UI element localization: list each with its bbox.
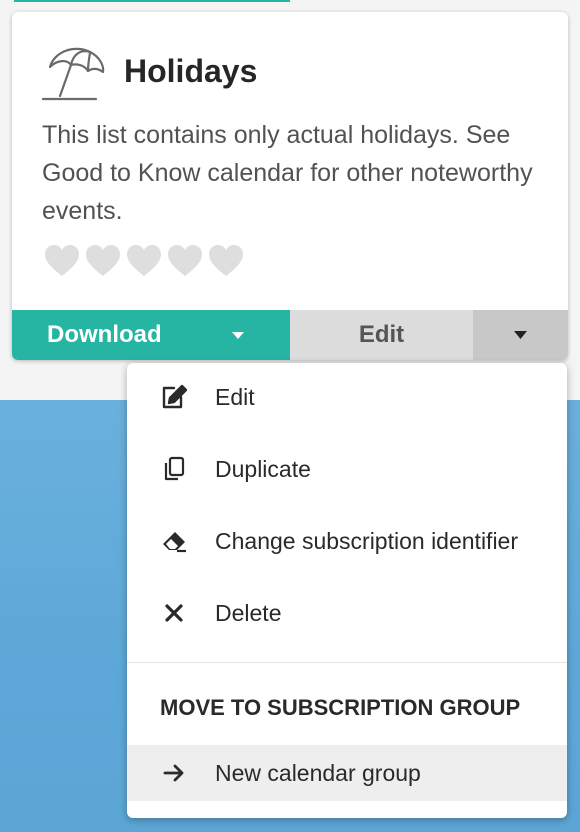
menu-item-label: Change subscription identifier — [215, 527, 519, 554]
download-button-label: Download — [47, 321, 162, 348]
menu-item-edit[interactable]: Edit — [127, 369, 567, 425]
more-options-button[interactable] — [473, 310, 568, 360]
menu-item-new-calendar-group[interactable]: New calendar group — [127, 745, 567, 801]
calendar-card: Holidays This list contains only actual … — [12, 12, 568, 360]
heart-icon[interactable] — [208, 244, 244, 278]
previous-card-accent — [14, 0, 290, 2]
beach-umbrella-icon — [41, 47, 105, 101]
close-icon — [159, 598, 189, 628]
heart-icon[interactable] — [85, 244, 121, 278]
menu-item-duplicate[interactable]: Duplicate — [127, 441, 567, 497]
card-title: Holidays — [124, 52, 258, 89]
heart-icon[interactable] — [126, 244, 162, 278]
menu-item-label: New calendar group — [215, 759, 421, 786]
edit-button[interactable]: Edit — [290, 310, 473, 360]
chevron-down-icon — [514, 331, 527, 339]
menu-item-label: Duplicate — [215, 455, 311, 482]
edit-icon — [159, 382, 189, 412]
heart-icon[interactable] — [44, 244, 80, 278]
arrow-right-icon — [159, 758, 189, 788]
menu-divider — [127, 662, 567, 663]
menu-item-label: Edit — [215, 383, 255, 410]
menu-item-change-subscription-identifier[interactable]: Change subscription identifier — [127, 513, 567, 569]
card-footer: Download Edit — [12, 310, 568, 360]
rating-hearts[interactable] — [44, 244, 244, 278]
chevron-down-icon — [231, 331, 244, 339]
menu-section-header: MOVE TO SUBSCRIPTION GROUP — [160, 695, 521, 720]
options-dropdown-menu: Edit Duplicate Change subscription ident… — [127, 363, 567, 818]
download-button[interactable]: Download — [12, 310, 290, 360]
heart-icon[interactable] — [167, 244, 203, 278]
card-description: This list contains only actual holidays.… — [42, 121, 533, 225]
eraser-icon — [159, 526, 189, 556]
duplicate-icon — [159, 454, 189, 484]
menu-item-delete[interactable]: Delete — [127, 585, 567, 641]
menu-item-label: Delete — [215, 599, 282, 626]
card-header: Holidays — [40, 38, 257, 108]
